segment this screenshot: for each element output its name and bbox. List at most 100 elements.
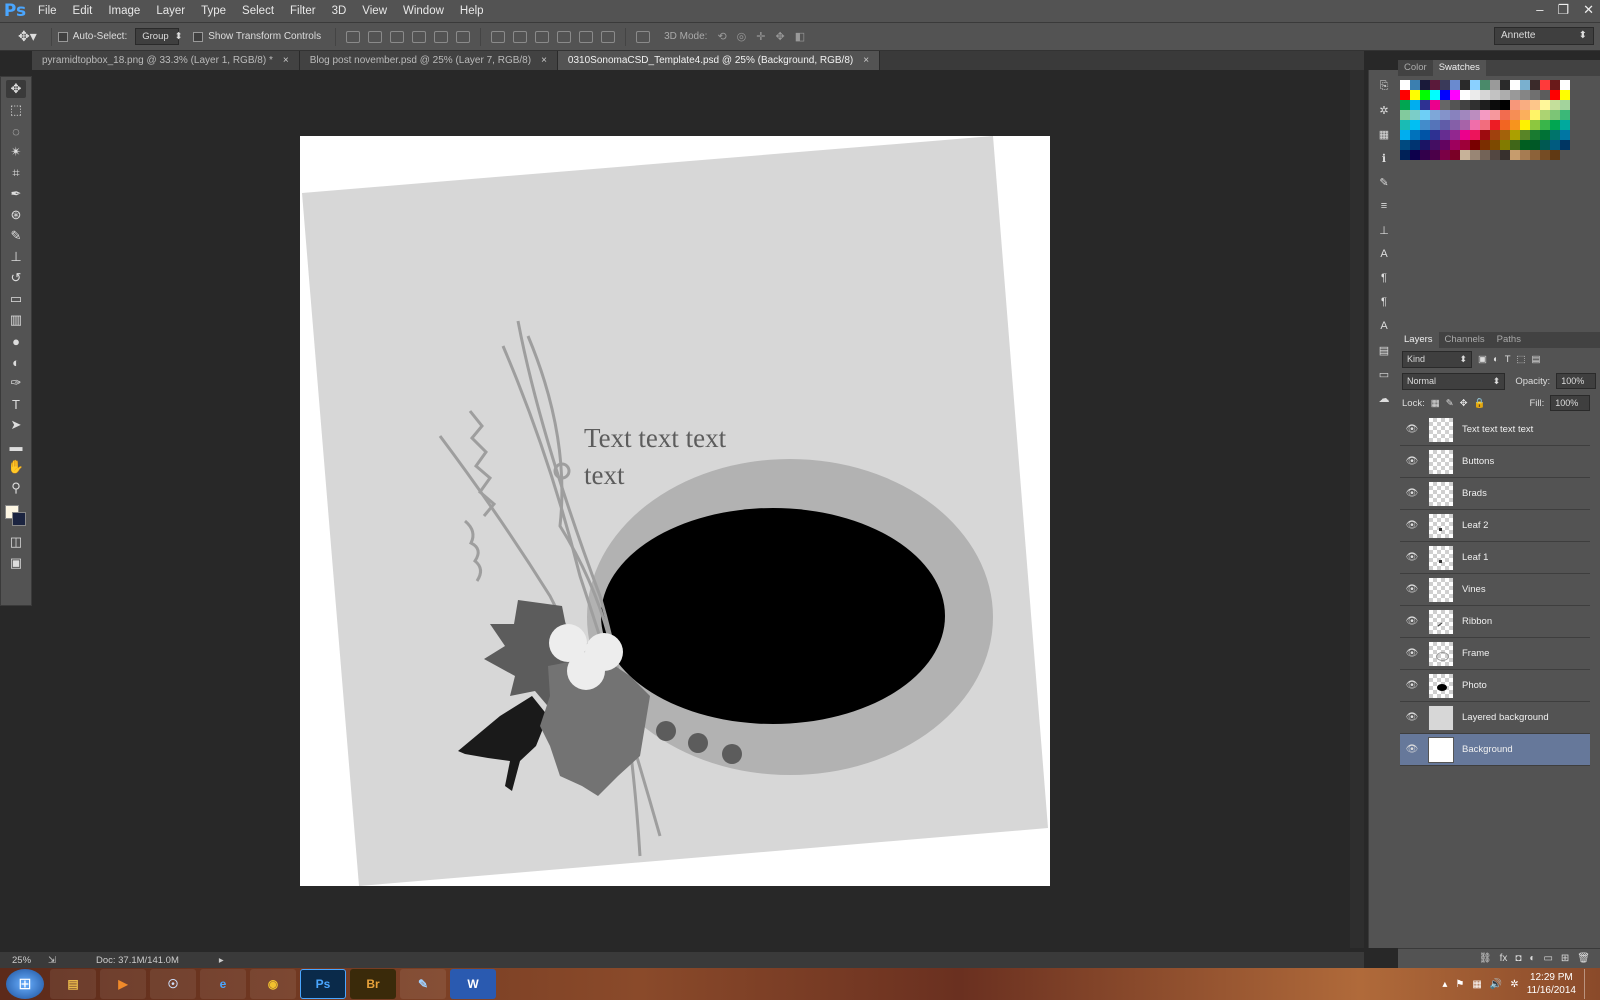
layer-row[interactable]: 👁 Background bbox=[1400, 734, 1590, 766]
align-bottom-icon[interactable] bbox=[390, 30, 405, 43]
vertical-scrollbar[interactable] bbox=[1350, 70, 1364, 948]
quick-mask-icon[interactable]: ◫ bbox=[6, 533, 26, 551]
swatch[interactable] bbox=[1530, 110, 1540, 120]
magic-wand-tool-icon[interactable]: ✴ bbox=[6, 143, 26, 161]
swatch[interactable] bbox=[1460, 80, 1470, 90]
auto-align-icon[interactable] bbox=[636, 30, 651, 43]
layer-row[interactable]: 👁 Leaf 2 bbox=[1400, 510, 1590, 542]
distribute-top-icon[interactable] bbox=[491, 30, 506, 43]
delete-layer-icon[interactable]: 🗑 bbox=[1577, 953, 1590, 964]
filter-pixel-icon[interactable]: ▣ bbox=[1478, 354, 1487, 365]
swatch[interactable] bbox=[1400, 140, 1410, 150]
swatch[interactable] bbox=[1410, 90, 1420, 100]
swatch[interactable] bbox=[1470, 150, 1480, 160]
swatch[interactable] bbox=[1480, 150, 1490, 160]
3d-roll-icon[interactable]: ◎ bbox=[737, 30, 747, 43]
distribute-hcenter-icon[interactable] bbox=[579, 30, 594, 43]
workspace-switcher[interactable]: Annette ⬍ bbox=[1494, 27, 1594, 45]
eraser-tool-icon[interactable]: ▭ bbox=[6, 290, 26, 308]
swatch[interactable] bbox=[1520, 100, 1530, 110]
swatch[interactable] bbox=[1440, 120, 1450, 130]
swatch[interactable] bbox=[1450, 130, 1460, 140]
swatch[interactable] bbox=[1430, 130, 1440, 140]
zoom-tool-icon[interactable]: ⚲ bbox=[6, 479, 26, 497]
swatch[interactable] bbox=[1440, 140, 1450, 150]
swatch[interactable] bbox=[1520, 140, 1530, 150]
layer-row[interactable]: 👁 Brads bbox=[1400, 478, 1590, 510]
swatch[interactable] bbox=[1490, 110, 1500, 120]
shape-tool-icon[interactable]: ▬ bbox=[6, 437, 26, 455]
status-menu-arrow-icon[interactable]: ▸ bbox=[219, 955, 224, 966]
swatch[interactable] bbox=[1520, 130, 1530, 140]
swatch[interactable] bbox=[1510, 110, 1520, 120]
swatch[interactable] bbox=[1430, 110, 1440, 120]
swatch[interactable] bbox=[1450, 100, 1460, 110]
swatch[interactable] bbox=[1490, 90, 1500, 100]
swatch[interactable] bbox=[1400, 130, 1410, 140]
swatch[interactable] bbox=[1410, 130, 1420, 140]
swatch[interactable] bbox=[1550, 130, 1560, 140]
hand-tool-icon[interactable]: ✋ bbox=[6, 458, 26, 476]
history-icon[interactable]: ⎘ bbox=[1375, 78, 1393, 94]
menu-item-edit[interactable]: Edit bbox=[65, 0, 101, 23]
swatch[interactable] bbox=[1460, 140, 1470, 150]
swatch[interactable] bbox=[1440, 130, 1450, 140]
volume-icon[interactable]: 🔊 bbox=[1490, 979, 1502, 990]
swatch[interactable] bbox=[1420, 80, 1430, 90]
swatch[interactable] bbox=[1460, 90, 1470, 100]
tab-close-icon[interactable]: × bbox=[863, 51, 869, 70]
align-right-icon[interactable] bbox=[456, 30, 471, 43]
swatch[interactable] bbox=[1550, 140, 1560, 150]
3d-pan-icon[interactable]: ✛ bbox=[756, 30, 765, 43]
swatch[interactable] bbox=[1400, 90, 1410, 100]
action-center-icon[interactable]: ⚑ bbox=[1455, 979, 1464, 990]
swatch[interactable] bbox=[1480, 110, 1490, 120]
filter-shape-icon[interactable]: ⬚ bbox=[1517, 354, 1526, 365]
network-icon[interactable]: ▦ bbox=[1472, 979, 1481, 990]
swatch[interactable] bbox=[1410, 100, 1420, 110]
swatch[interactable] bbox=[1520, 110, 1530, 120]
swatch[interactable] bbox=[1560, 90, 1570, 100]
swatch[interactable] bbox=[1520, 150, 1530, 160]
visibility-eye-icon[interactable]: 👁 bbox=[1400, 520, 1424, 531]
swatch[interactable] bbox=[1470, 80, 1480, 90]
clock[interactable]: 12:29 PM 11/16/2014 bbox=[1527, 971, 1576, 997]
swatch[interactable] bbox=[1420, 100, 1430, 110]
kind-filter-dropdown[interactable]: Kind ⬍ bbox=[1402, 350, 1472, 368]
layer-row[interactable]: 👁 Frame bbox=[1400, 638, 1590, 670]
swatch[interactable] bbox=[1530, 130, 1540, 140]
crop-tool-icon[interactable]: ⌗ bbox=[6, 164, 26, 182]
swatch[interactable] bbox=[1430, 100, 1440, 110]
swatch[interactable] bbox=[1460, 130, 1470, 140]
swatch[interactable] bbox=[1440, 150, 1450, 160]
swatch[interactable] bbox=[1420, 150, 1430, 160]
swatch[interactable] bbox=[1470, 100, 1480, 110]
menu-item-view[interactable]: View bbox=[354, 0, 395, 23]
swatch[interactable] bbox=[1450, 120, 1460, 130]
lock-transparent-icon[interactable]: ▦ bbox=[1431, 398, 1440, 409]
type-tool-icon[interactable]: T bbox=[6, 395, 26, 413]
swatch[interactable] bbox=[1530, 90, 1540, 100]
lock-position-icon[interactable]: ✥ bbox=[1460, 398, 1468, 409]
swatch[interactable] bbox=[1470, 110, 1480, 120]
layer-row[interactable]: 👁 Text text text text bbox=[1400, 414, 1590, 446]
blend-mode-dropdown[interactable]: Normal ⬍ bbox=[1402, 372, 1506, 390]
swatch[interactable] bbox=[1440, 90, 1450, 100]
swatch[interactable] bbox=[1470, 140, 1480, 150]
align-left-icon[interactable] bbox=[412, 30, 427, 43]
tab-paths[interactable]: Paths bbox=[1491, 332, 1527, 348]
swatch[interactable] bbox=[1420, 130, 1430, 140]
eyedropper-tool-icon[interactable]: ✒ bbox=[6, 185, 26, 203]
visibility-eye-icon[interactable]: 👁 bbox=[1400, 744, 1424, 755]
restore-button[interactable]: ❐ bbox=[1557, 0, 1569, 20]
swatch[interactable] bbox=[1530, 120, 1540, 130]
layer-row[interactable]: 👁 Photo bbox=[1400, 670, 1590, 702]
menu-item-filter[interactable]: Filter bbox=[282, 0, 324, 23]
histogram-icon[interactable]: ▦ bbox=[1375, 126, 1393, 142]
taskbar-app-ie-icon[interactable]: e bbox=[200, 969, 246, 999]
distribute-bottom-icon[interactable] bbox=[535, 30, 550, 43]
swatch[interactable] bbox=[1550, 150, 1560, 160]
paragraph-styles-icon[interactable]: ¶ bbox=[1375, 294, 1393, 310]
paragraph-icon[interactable]: ¶ bbox=[1375, 270, 1393, 286]
swatch[interactable] bbox=[1540, 100, 1550, 110]
